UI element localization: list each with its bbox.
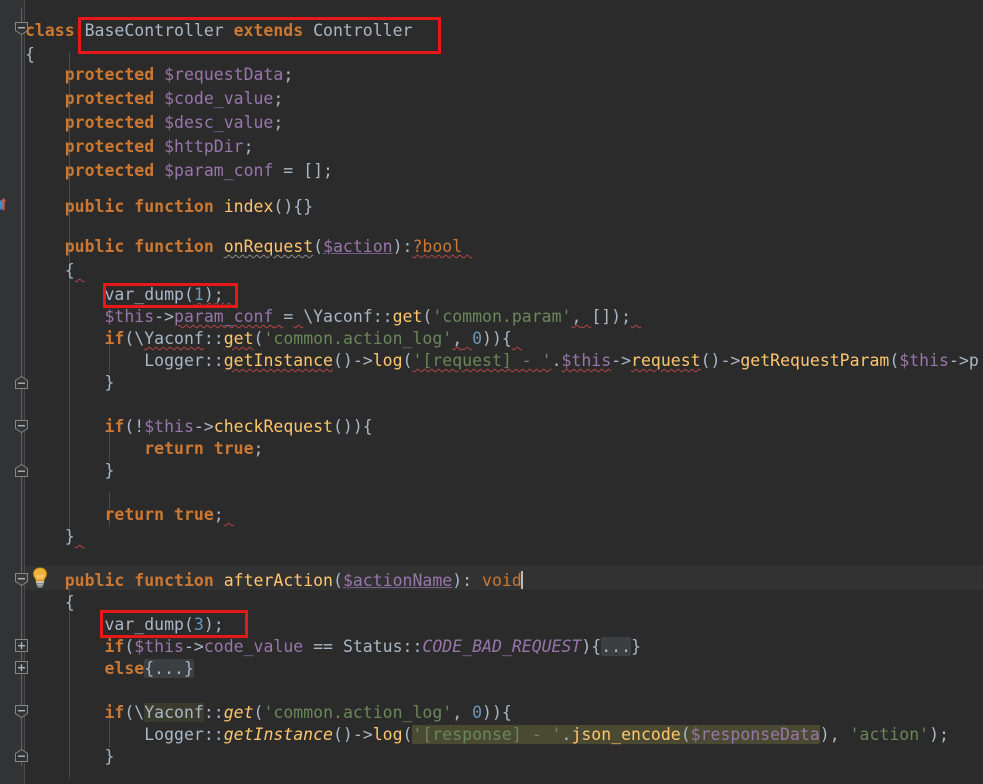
fold-collapse-end-if-checkrequest[interactable] [15, 464, 28, 477]
code-line[interactable]: Logger::getInstance()->log('[request] - … [25, 349, 979, 373]
code-line[interactable]: if($this->code_value == Status::CODE_BAD… [25, 635, 641, 659]
fold-collapse-end-if-actionlog[interactable] [15, 749, 28, 762]
fold-collapse-end-onrequest-block[interactable] [15, 376, 28, 389]
code-line[interactable]: { [25, 591, 75, 615]
code-line[interactable]: } [25, 371, 114, 395]
code-line[interactable]: return true; [25, 503, 234, 527]
fold-collapse-class[interactable] [15, 22, 28, 35]
code-line[interactable]: protected $code_value; [25, 87, 284, 111]
fold-expand-if-codevalue[interactable] [15, 639, 28, 652]
code-line[interactable]: Logger::getInstance()->log('[response] -… [25, 723, 949, 747]
text-caret [520, 571, 523, 589]
intention-bulb-icon[interactable] [30, 566, 50, 588]
code-line[interactable]: $this->param_conf = \Yaconf::get('common… [25, 305, 641, 329]
code-line[interactable]: else{...} [25, 657, 194, 681]
code-line[interactable]: } [25, 525, 85, 549]
fold-rail [21, 8, 22, 376]
code-line[interactable]: protected $httpDir; [25, 135, 254, 159]
code-line[interactable]: protected $param_conf = []; [25, 159, 333, 183]
code-line[interactable]: } [25, 459, 114, 483]
fold-collapse-if-checkrequest[interactable] [15, 420, 28, 433]
code-line[interactable]: public function index(){} [25, 195, 313, 219]
code-line[interactable]: } [25, 745, 114, 769]
code-line[interactable]: public function onRequest($action):?bool [25, 235, 472, 259]
fold-rail [21, 586, 22, 766]
code-line[interactable]: var_dump(3); [25, 613, 223, 637]
fold-collapse-if-actionlog[interactable] [15, 705, 28, 718]
code-line[interactable]: class BaseController extends Controller [25, 19, 412, 43]
code-line[interactable]: public function afterAction($actionName)… [25, 569, 523, 593]
code-line[interactable]: var_dump(1); [25, 283, 234, 307]
code-content-area[interactable]: class BaseController extends Controller … [25, 0, 983, 784]
code-line[interactable]: return true; [25, 437, 263, 461]
code-line[interactable]: protected $desc_value; [25, 111, 284, 135]
code-line[interactable]: if(\Yaconf::get('common.action_log', 0))… [25, 701, 512, 725]
code-line[interactable]: if(\Yaconf::get('common.action_log', 0))… [25, 327, 522, 351]
code-line[interactable]: { [25, 259, 85, 283]
code-line[interactable]: if(!$this->checkRequest()){ [25, 415, 372, 439]
code-line[interactable]: protected $requestData; [25, 63, 294, 87]
fold-collapse-afteraction[interactable] [15, 573, 28, 586]
overriding-method-icon[interactable] [0, 196, 14, 212]
code-editor-window: class BaseController extends Controller … [0, 0, 983, 784]
fold-rail [21, 476, 22, 586]
fold-expand-else[interactable] [15, 661, 28, 674]
